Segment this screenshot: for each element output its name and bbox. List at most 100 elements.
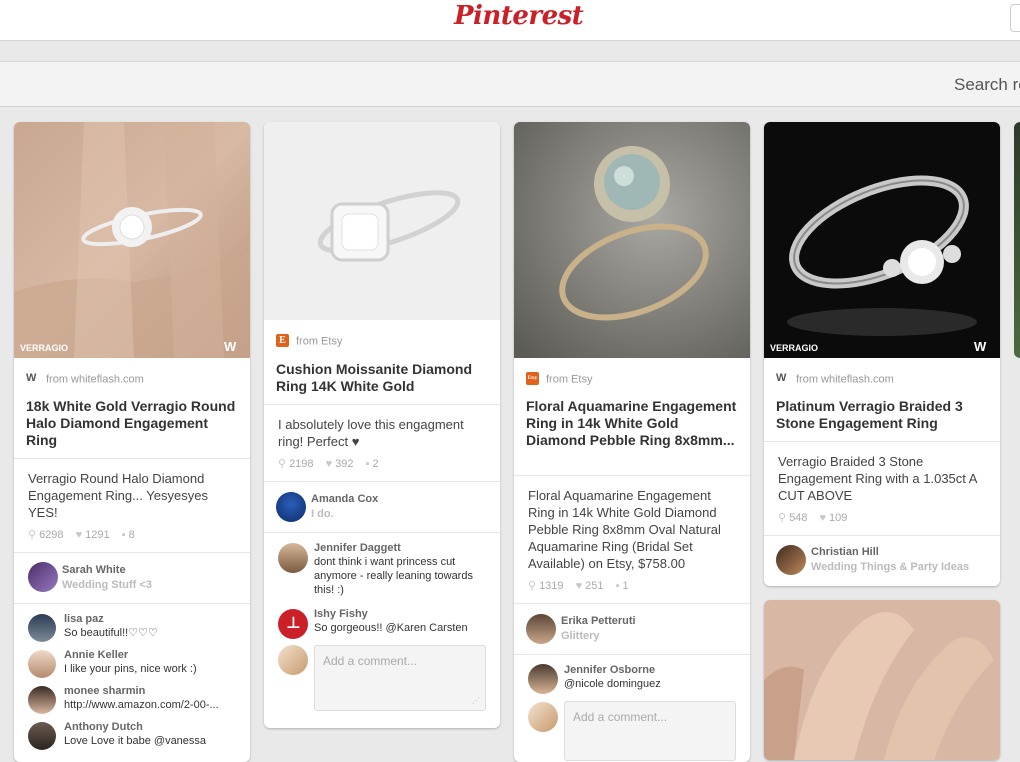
pinterest-logo[interactable]: Pinterest [454,1,584,31]
commenter-avatar[interactable] [278,543,308,573]
pin-image[interactable] [764,600,1000,760]
comment-text: I like your pins, nice work :) [64,663,197,675]
divider [264,481,500,482]
pin-title[interactable]: 18k White Gold Verragio Round Halo Diamo… [26,398,238,449]
pin-title[interactable]: Cushion Moissanite Diamond Ring 14K Whit… [276,361,491,395]
pinner-name[interactable]: Amanda Cox [311,493,378,505]
pin-card[interactable]: VERRAGIO W Wfrom whiteflash.com Platinum… [764,122,1000,586]
commenter-name[interactable]: Ishy Fishy [314,608,368,620]
heart-icon: ♥ [75,529,83,541]
divider [514,654,750,655]
heart-icon: ♥ [575,580,583,592]
commenter-avatar[interactable] [28,686,56,714]
repin-icon: ⚲ [28,529,37,541]
comment-icon: ▪ [121,529,126,541]
comment-input[interactable]: Add a comment... [564,701,736,761]
my-avatar [278,645,308,675]
pin-card[interactable]: Efrom Etsy Cushion Moissanite Diamond Ri… [264,122,500,728]
like-count: 109 [829,512,848,524]
my-avatar [528,702,558,732]
divider [264,404,500,405]
comment-input[interactable]: Add a comment... [314,645,486,711]
pin-source[interactable]: Wfrom whiteflash.com [26,372,144,386]
commenter-name[interactable]: Annie Keller [64,649,128,661]
comment-text: So gorgeous!! @Karen Carsten [314,622,468,634]
image-brand: VERRAGIO [770,343,819,353]
source-label: from whiteflash.com [46,373,144,386]
divider [264,532,500,533]
pin-description: Verragio Braided 3 Stone Engagement Ring… [778,454,977,503]
comment-text: @nicole dominguez [564,678,661,690]
pin-image[interactable] [514,122,750,358]
comment-icon: ▪ [615,580,620,592]
repin-icon: ⚲ [278,458,287,470]
divider [514,603,750,604]
comment-icon: ▪ [365,458,370,470]
board-name[interactable]: I do. [311,508,334,520]
pinner-name[interactable]: Erika Petteruti [561,615,636,627]
pin-card[interactable] [764,600,1000,760]
commenter-avatar[interactable] [28,650,56,678]
pin-stats: ⚲ 6298 ♥ 1291 ▪ 8 [28,528,144,541]
repin-count: 548 [789,512,808,524]
heart-icon: ♥ [325,458,333,470]
pin-icon: ⊥ [286,615,301,632]
whiteflash-icon: W [224,339,237,354]
commenter-name[interactable]: monee sharmin [64,685,145,697]
heart-icon: ♥ [819,512,827,524]
comment-text: So beautiful!!♡♡♡ [64,627,158,639]
pinner-avatar[interactable] [526,614,556,644]
pin-title[interactable]: Floral Aquamarine Engagement Ring in 14k… [526,398,738,449]
like-count: 1291 [85,529,110,541]
pinner-avatar[interactable] [276,492,306,522]
etsy-icon: E [276,334,289,347]
commenter-name[interactable]: Jennifer Osborne [564,664,655,676]
comment-text: dont think i want princess cut anymore -… [314,556,473,596]
like-count: 392 [335,458,354,470]
source-label: from Etsy [296,335,343,348]
board-name[interactable]: Glittery [561,630,600,642]
top-bar: Pinterest [0,0,1020,41]
comment-count: 8 [128,529,135,541]
pin-description: Floral Aquamarine Engagement Ring in 14k… [528,488,721,571]
pin-source[interactable]: Etsy from Etsy [526,372,593,386]
divider [14,603,250,604]
pin-description: Verragio Round Halo Diamond Engagement R… [28,471,208,520]
pin-image[interactable] [764,122,1000,358]
source-label: from Etsy [546,373,593,386]
whiteflash-icon: W [974,339,987,354]
repin-icon: ⚲ [778,512,787,524]
source-label: from whiteflash.com [796,373,894,386]
pinner-avatar[interactable] [28,562,58,592]
pin-source[interactable]: Efrom Etsy [276,334,343,348]
pin-description: I absolutely love this engagment ring! P… [278,417,464,449]
top-right-button[interactable] [1010,4,1020,32]
commenter-avatar[interactable] [528,664,558,694]
pinner-name[interactable]: Christian Hill [811,546,879,558]
divider [14,552,250,553]
divider [14,458,250,459]
commenter-name[interactable]: lisa paz [64,613,104,625]
board-name[interactable]: Wedding Stuff <3 [62,579,152,591]
pin-image[interactable] [264,122,500,320]
board-name[interactable]: Wedding Things & Party Ideas [811,561,969,573]
pin-card[interactable]: VERRAGIO W Wfrom whiteflash.com 18k Whit… [14,122,250,762]
search-input[interactable]: Search re [954,75,1020,95]
resize-grip-icon[interactable]: ⋰ [472,697,497,725]
pinner-avatar[interactable] [776,545,806,575]
divider [764,441,1000,442]
commenter-avatar[interactable] [28,614,56,642]
etsy-icon: Etsy [526,372,539,385]
pin-card[interactable]: Etsy from Etsy Floral Aquamarine Engageme… [514,122,750,762]
pin-image[interactable] [14,122,250,358]
like-count: 251 [585,580,604,592]
pinner-name[interactable]: Sarah White [62,564,126,576]
comment-count: 2 [372,458,379,470]
pin-title[interactable]: Platinum Verragio Braided 3 Stone Engage… [776,398,991,432]
pin-stats: ⚲ 2198 ♥ 392 ▪ 2 [278,457,388,470]
pin-source[interactable]: Wfrom whiteflash.com [776,372,894,386]
pin-card-partial[interactable] [1014,122,1020,358]
commenter-name[interactable]: Jennifer Daggett [314,542,401,554]
commenter-avatar[interactable] [28,722,56,750]
commenter-name[interactable]: Anthony Dutch [64,721,143,733]
